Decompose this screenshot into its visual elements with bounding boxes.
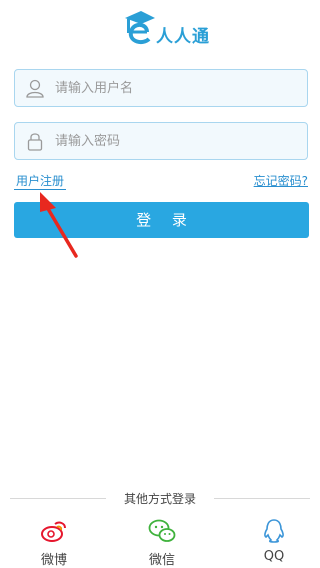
password-input[interactable] (55, 123, 295, 159)
app-logo: 人人通 (0, 8, 320, 47)
qq-label: QQ (263, 549, 285, 564)
username-input[interactable] (55, 70, 295, 106)
graduation-e-icon (125, 11, 155, 45)
app-name: 人人通 (156, 27, 210, 47)
weibo-icon (41, 521, 66, 542)
wechat-icon (148, 519, 176, 542)
lock-icon (27, 133, 43, 151)
wechat-login-button[interactable]: 微信 (132, 518, 192, 568)
user-icon (26, 79, 44, 98)
weibo-login-button[interactable]: 微博 (24, 518, 84, 568)
weibo-label: 微博 (40, 553, 67, 568)
qq-icon (264, 519, 284, 543)
other-login-divider: 其他方式登录 (10, 490, 310, 506)
username-field[interactable] (14, 69, 308, 107)
divider-line (214, 498, 310, 499)
wechat-label: 微信 (148, 553, 175, 568)
password-field[interactable] (14, 122, 308, 160)
register-link[interactable]: 用户注册 (16, 172, 64, 189)
annotation-arrow-icon (40, 192, 78, 258)
qq-login-button[interactable]: QQ (244, 518, 304, 564)
forgot-password-link[interactable]: 忘记密码? (254, 172, 308, 189)
